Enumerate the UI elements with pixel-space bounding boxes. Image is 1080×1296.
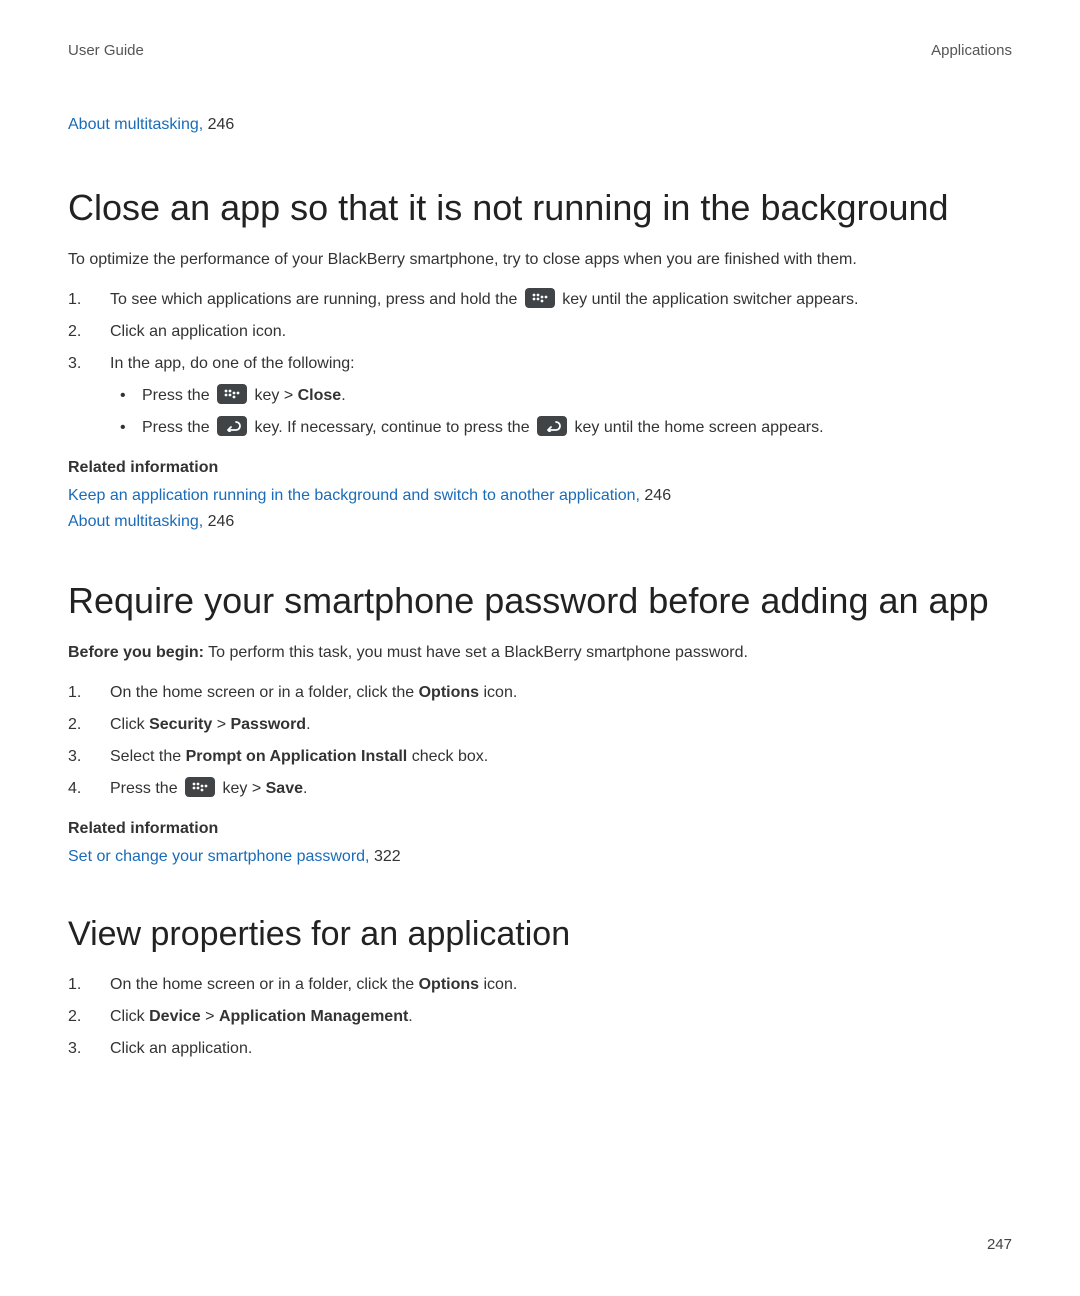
about-multitasking-page: 246 xyxy=(203,116,234,133)
bullet-text: Press the xyxy=(142,387,214,404)
related-page: 246 xyxy=(640,487,671,504)
related-link-row: Keep an application running in the backg… xyxy=(68,484,1012,508)
back-key-icon xyxy=(217,416,247,436)
step-item: Click Security > Password. xyxy=(68,713,1012,737)
page-number: 247 xyxy=(987,1234,1012,1257)
step-gt: > xyxy=(212,716,230,733)
close-label: Close xyxy=(298,387,342,404)
save-label: Save xyxy=(266,780,303,797)
set-change-password-link[interactable]: Set or change your smartphone password, xyxy=(68,848,370,865)
view-properties-heading: View properties for an application xyxy=(68,913,1012,956)
step-text: Click xyxy=(110,716,149,733)
step-item: Click Device > Application Management. xyxy=(68,1005,1012,1029)
step-text: To see which applications are running, p… xyxy=(110,291,522,308)
step-text: Select the xyxy=(110,748,186,765)
related-info-heading: Related information xyxy=(68,456,1012,480)
step-text: On the home screen or in a folder, click… xyxy=(110,976,419,993)
before-begin-text: To perform this task, you must have set … xyxy=(204,644,748,661)
top-related-link-row: About multitasking, 246 xyxy=(68,113,1012,137)
before-you-begin: Before you begin: To perform this task, … xyxy=(68,641,1012,665)
password-label: Password xyxy=(230,716,306,733)
header-right: Applications xyxy=(931,40,1012,63)
menu-key-icon xyxy=(525,288,555,308)
step-item: Select the Prompt on Application Install… xyxy=(68,745,1012,769)
step-text: key until the application switcher appea… xyxy=(562,291,858,308)
step-text: Click an application. xyxy=(110,1040,252,1057)
device-label: Device xyxy=(149,1008,201,1025)
step-item: On the home screen or in a folder, click… xyxy=(68,973,1012,997)
bullet-item: Press the key. If necessary, continue to… xyxy=(110,416,1012,440)
step-text: icon. xyxy=(479,684,517,701)
bullet-item: Press the key > Close. xyxy=(110,384,1012,408)
step-gt: > xyxy=(201,1008,219,1025)
menu-key-icon xyxy=(217,384,247,404)
related-link-row: About multitasking, 246 xyxy=(68,510,1012,534)
bullet-text: Press the xyxy=(142,419,214,436)
step-text: Press the xyxy=(110,780,182,797)
step-text: icon. xyxy=(479,976,517,993)
bullet-text: key until the home screen appears. xyxy=(574,419,823,436)
step-item: Press the key > Save. xyxy=(68,777,1012,801)
about-multitasking-link[interactable]: About multitasking, xyxy=(68,116,203,133)
header-left: User Guide xyxy=(68,40,144,63)
step-text: Click xyxy=(110,1008,149,1025)
security-label: Security xyxy=(149,716,212,733)
related-link-row: Set or change your smartphone password, … xyxy=(68,845,1012,869)
step-text: On the home screen or in a folder, click… xyxy=(110,684,419,701)
related-page: 322 xyxy=(370,848,401,865)
step-text: . xyxy=(306,716,310,733)
sub-bullets: Press the key > Close. Press the key. I xyxy=(110,384,1012,440)
step-text: check box. xyxy=(407,748,488,765)
menu-key-icon xyxy=(185,777,215,797)
step-item: In the app, do one of the following: Pre… xyxy=(68,352,1012,440)
require-password-steps: On the home screen or in a folder, click… xyxy=(68,681,1012,801)
app-management-label: Application Management xyxy=(219,1008,408,1025)
step-item: Click an application. xyxy=(68,1037,1012,1061)
related-page: 246 xyxy=(203,513,234,530)
close-app-heading: Close an app so that it is not running i… xyxy=(68,185,1012,230)
before-begin-label: Before you begin: xyxy=(68,644,204,661)
step-text: . xyxy=(408,1008,412,1025)
prompt-install-label: Prompt on Application Install xyxy=(186,748,408,765)
options-label: Options xyxy=(419,976,479,993)
close-app-intro: To optimize the performance of your Blac… xyxy=(68,248,1012,272)
bullet-text: key > xyxy=(254,387,297,404)
bullet-text: key. If necessary, continue to press the xyxy=(254,419,534,436)
step-text: In the app, do one of the following: xyxy=(110,355,355,372)
about-multitasking-link-2[interactable]: About multitasking, xyxy=(68,513,203,530)
bullet-text: . xyxy=(341,387,345,404)
close-app-steps: To see which applications are running, p… xyxy=(68,288,1012,440)
back-key-icon xyxy=(537,416,567,436)
step-item: On the home screen or in a folder, click… xyxy=(68,681,1012,705)
keep-app-running-link[interactable]: Keep an application running in the backg… xyxy=(68,487,640,504)
options-label: Options xyxy=(419,684,479,701)
step-item: To see which applications are running, p… xyxy=(68,288,1012,312)
page-header: User Guide Applications xyxy=(68,40,1012,63)
step-text: key > xyxy=(222,780,265,797)
step-text: Click an application icon. xyxy=(110,323,286,340)
related-info-heading: Related information xyxy=(68,817,1012,841)
step-text: . xyxy=(303,780,307,797)
view-properties-steps: On the home screen or in a folder, click… xyxy=(68,973,1012,1061)
require-password-heading: Require your smartphone password before … xyxy=(68,578,1012,623)
step-item: Click an application icon. xyxy=(68,320,1012,344)
